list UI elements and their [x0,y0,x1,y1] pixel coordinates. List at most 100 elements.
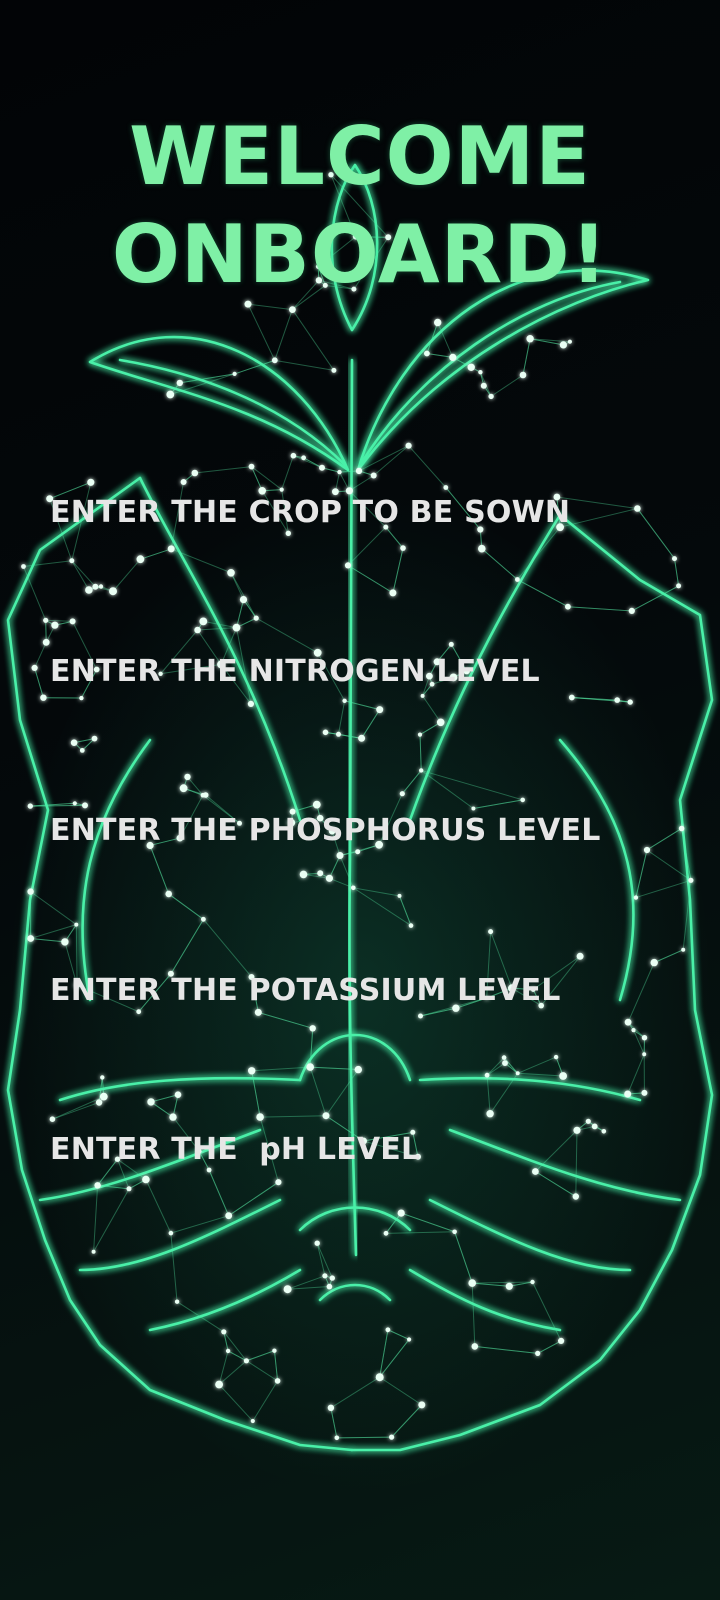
onboarding-screen: WELCOME ONBOARD! [0,0,720,1600]
constellation-node [471,1343,479,1350]
constellation-node [283,1285,292,1294]
constellation-node [383,1230,389,1236]
constellation-node [418,1401,426,1409]
nitrogen-level-input[interactable] [50,651,680,691]
constellation-node [31,664,38,672]
constellation-node [239,596,248,604]
constellation-line [517,1072,564,1077]
constellation-line [230,572,257,619]
constellation-node [232,371,237,376]
constellation-node [82,802,88,809]
constellation-line [93,1188,130,1253]
constellation-line [45,619,73,622]
constellation-line [168,893,204,920]
constellation-node [676,583,682,589]
constellation-node [70,739,78,746]
constellation-line [23,566,47,621]
constellation-node [535,1350,541,1356]
constellation-node [434,318,442,327]
constellation-line [236,599,245,628]
constellation-node [558,1337,565,1344]
constellation-line [474,1345,538,1354]
constellation-line [419,734,422,771]
constellation-node [389,1434,395,1440]
constellation-node [576,952,584,960]
constellation-line [421,769,523,801]
constellation-node [672,556,677,562]
constellation-line [30,938,65,943]
crop-input[interactable] [50,492,680,532]
constellation-node [42,638,50,646]
constellation-line [379,1376,423,1406]
constellation-node [225,1212,233,1220]
constellation-node [326,1283,333,1290]
constellation-node [389,589,397,597]
potassium-level-input[interactable] [50,970,680,1010]
constellation-node [87,478,95,486]
constellation-node [167,545,175,553]
constellation-node [309,1025,316,1032]
constellation-node [69,558,75,564]
constellation-node [201,916,206,922]
constellation-line [218,1350,229,1385]
constellation-node [176,379,183,387]
constellation-line [422,695,442,723]
constellation-node [565,603,571,610]
constellation-node [419,768,424,773]
constellation-line [347,564,394,594]
constellation-line [52,1101,100,1120]
constellation-line [30,924,77,939]
constellation-line [330,1376,380,1409]
constellation-line [330,1407,338,1438]
ph-level-input[interactable] [50,1129,680,1169]
constellation-node [370,472,377,479]
constellation-node [519,371,527,379]
constellation-node [95,1099,103,1106]
welcome-title-line-1: WELCOME [129,110,591,203]
constellation-line [258,1011,313,1029]
constellation-node [72,801,77,806]
constellation-node [502,1060,508,1066]
constellation-line [218,1360,247,1385]
constellation-line [486,1057,505,1076]
left-leaf-vein [118,358,347,467]
constellation-line [522,338,531,376]
constellation-node [520,797,525,803]
constellation-node [91,1249,96,1254]
constellation-node [641,1089,648,1096]
constellation-line [291,309,335,371]
constellation-line [336,1436,392,1439]
constellation-node [314,1240,320,1246]
constellation-node [484,1072,490,1078]
constellation-line [379,1339,410,1378]
constellation-nodes [21,172,694,1441]
constellation-node [624,1090,632,1098]
constellation-node [478,370,483,375]
constellation-node [478,544,486,553]
constellation-line [234,359,275,375]
constellation-node [49,1116,56,1122]
plant-outline [88,163,650,1257]
phosphorus-level-input[interactable] [50,810,680,850]
constellation-line [408,445,447,488]
constellation-node [468,1279,477,1287]
constellation-node [336,731,341,737]
constellation-node [443,485,449,490]
constellation-node [553,1054,559,1060]
constellation-line [246,1360,278,1382]
constellation-line [252,1380,279,1422]
constellation-node [248,463,255,470]
left-leaf [88,335,350,472]
constellation-node [405,442,412,449]
constellation-node [136,555,145,564]
constellation-line [309,1028,314,1068]
constellation-node [69,618,76,625]
constellation-line [627,1054,645,1095]
hands-outline [6,476,714,1452]
constellation-line [399,895,412,926]
constellation-node [417,732,423,737]
constellation-node [628,607,635,615]
constellation-node [126,1186,132,1192]
constellation-node [355,467,363,475]
constellation-node [559,341,568,349]
